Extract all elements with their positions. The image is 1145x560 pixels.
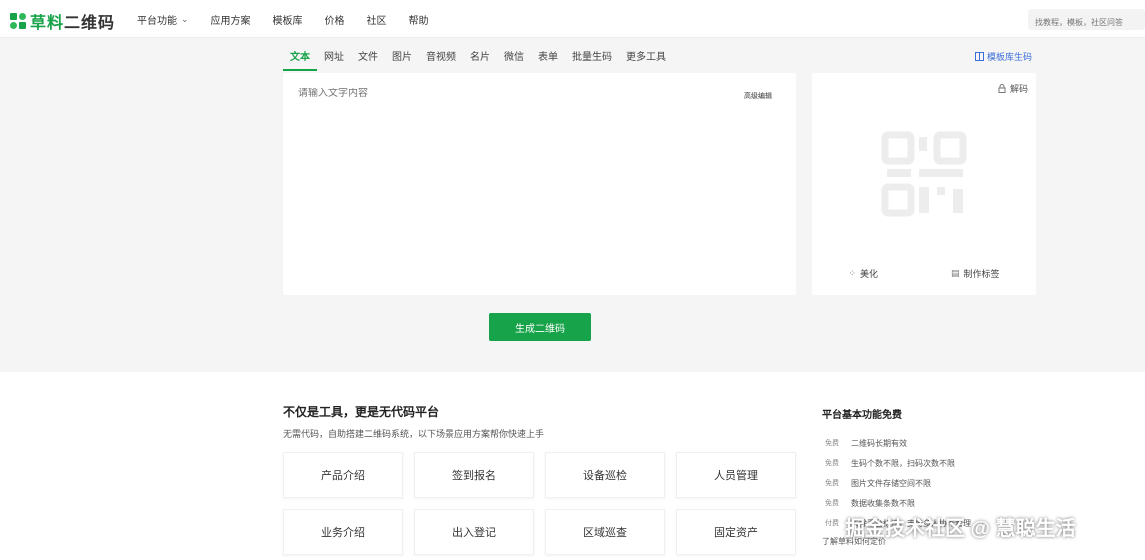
scenario-card-personnel[interactable]: 人员管理 <box>676 452 796 498</box>
free-features-title: 平台基本功能免费 <box>822 410 902 421</box>
tab-url[interactable]: 网址 <box>317 48 351 71</box>
watermark: 掘金技术社区 @ 慧聪生活 <box>845 518 1076 540</box>
label-icon: ▤ <box>950 268 960 278</box>
beautify-button[interactable]: ⁘ 美化 <box>848 267 878 280</box>
scenario-card-sign-up[interactable]: 签到报名 <box>414 452 534 498</box>
nav-item-solutions[interactable]: 应用方案 <box>211 12 251 27</box>
tab-audio-video[interactable]: 音视频 <box>419 48 463 71</box>
tab-image[interactable]: 图片 <box>385 48 419 71</box>
make-label-button[interactable]: ▤ 制作标签 <box>951 267 1000 280</box>
scenario-card-entry-registration[interactable]: 出入登记 <box>414 509 534 555</box>
list-item: 免费 数据收集条数不限 <box>825 498 915 508</box>
logo[interactable]: 草料二维码 <box>10 9 115 33</box>
top-navbar: 草料二维码 平台功能 ⌄ 应用方案 模板库 价格 社区 帮助 <box>0 0 1145 38</box>
sparkle-icon: ⁘ <box>848 268 857 278</box>
scenario-card-business-intro[interactable]: 业务介绍 <box>283 509 403 555</box>
scenario-card-product-intro[interactable]: 产品介绍 <box>283 452 403 498</box>
tab-business-card[interactable]: 名片 <box>463 48 497 71</box>
platform-section-title: 不仅是工具，更是无代码平台 <box>283 405 440 419</box>
qr-placeholder-icon <box>881 131 967 217</box>
qr-actions: ⁘ 美化 ▤ 制作标签 <box>812 267 1036 280</box>
tab-batch[interactable]: 批量生码 <box>565 48 619 71</box>
tab-wechat[interactable]: 微信 <box>497 48 531 71</box>
nav-item-template-library[interactable]: 模板库 <box>273 12 303 27</box>
tab-file[interactable]: 文件 <box>351 48 385 71</box>
template-library-link[interactable]: 模板库生码 <box>975 50 1032 63</box>
scenario-cards: 产品介绍 签到报名 设备巡检 人员管理 业务介绍 出入登记 区域巡查 固定资产 <box>283 452 803 555</box>
list-item: 免费 图片文件存储空间不限 <box>825 478 931 488</box>
status-badge: 免费 <box>825 460 839 467</box>
scenario-card-area-patrol[interactable]: 区域巡查 <box>545 509 665 555</box>
scenario-card-equipment-inspection[interactable]: 设备巡检 <box>545 452 665 498</box>
text-content-input[interactable] <box>298 88 678 99</box>
status-badge: 免费 <box>825 500 839 507</box>
tab-form[interactable]: 表单 <box>531 48 565 71</box>
decode-button[interactable]: 解码 <box>998 82 1028 95</box>
list-item: 免费 生码个数不限，扫码次数不限 <box>825 458 955 468</box>
advanced-edit-button[interactable]: 高级编辑 <box>744 91 772 101</box>
list-item: 免费 二维码长期有效 <box>825 438 907 448</box>
tab-text[interactable]: 文本 <box>283 48 317 71</box>
logo-text: 草料二维码 <box>30 15 116 32</box>
qr-preview-panel: 解码 ⁘ 美化 ▤ 制作标签 <box>812 73 1036 295</box>
lock-icon <box>998 84 1006 93</box>
tab-more-tools[interactable]: 更多工具 <box>619 48 673 71</box>
text-editor-panel: 高级编辑 <box>283 73 796 295</box>
platform-section-subtitle: 无需代码，自助搭建二维码系统，以下场景应用方案帮你快速上手 <box>283 429 545 439</box>
logo-icon <box>10 13 26 29</box>
chevron-down-icon: ⌄ <box>181 14 189 24</box>
status-badge: 免费 <box>825 440 839 447</box>
generate-qr-button[interactable]: 生成二维码 <box>489 313 591 341</box>
search-input[interactable] <box>1028 9 1145 30</box>
nav-item-help[interactable]: 帮助 <box>409 12 429 27</box>
nav-item-platform-features[interactable]: 平台功能 ⌄ <box>137 12 189 27</box>
content-type-tabs: 文本 网址 文件 图片 音视频 名片 微信 表单 批量生码 更多工具 <box>283 48 673 71</box>
nav-item-community[interactable]: 社区 <box>367 12 387 27</box>
main-nav: 平台功能 ⌄ 应用方案 模板库 价格 社区 帮助 <box>137 12 451 27</box>
scenario-card-fixed-assets[interactable]: 固定资产 <box>676 509 796 555</box>
nav-item-pricing[interactable]: 价格 <box>325 12 345 27</box>
template-icon <box>975 52 984 61</box>
status-badge: 免费 <box>825 480 839 487</box>
